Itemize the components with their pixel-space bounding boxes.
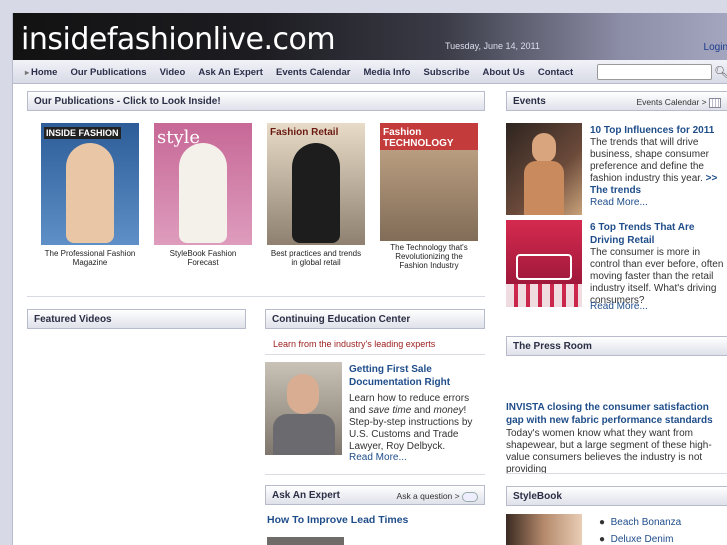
ask-expert-headline[interactable]: How To Improve Lead Times: [267, 514, 408, 527]
publication-fashion-technology[interactable]: Fashion TECHNOLOGY The Technology that's…: [380, 123, 478, 273]
main-nav: Home Our Publications Video Ask An Exper…: [13, 60, 727, 84]
nav-contact[interactable]: Contact: [538, 67, 573, 78]
education-body-text-2: and: [411, 405, 434, 416]
cover-stylebook: style StyleBook Fashion Forecast: [154, 123, 252, 273]
event-read-more-1[interactable]: Read More...: [590, 197, 648, 209]
expert-photo: [267, 537, 344, 545]
stylebook-photo[interactable]: [506, 514, 582, 545]
event-photo-big-show[interactable]: [506, 220, 582, 307]
event-photo-face: [532, 133, 556, 163]
nav-video[interactable]: Video: [160, 67, 186, 78]
stylebook-item-beach-bonanza[interactable]: ● Beach Bonanza: [599, 517, 681, 529]
search-input[interactable]: [597, 64, 712, 80]
education-tagline: Learn from the industry's leading expert…: [273, 339, 436, 349]
nav-subscribe[interactable]: Subscribe: [424, 67, 470, 78]
stylebook-item-label: Beach Bonanza: [610, 517, 682, 528]
cover-model-figure: [66, 143, 114, 243]
event-body-1-text: The trends that will drive business, sha…: [590, 137, 709, 184]
education-body-em-1: save time: [368, 405, 412, 416]
press-room-header: The Press Room: [506, 336, 727, 356]
cover-title: style: [157, 127, 201, 148]
ask-expert-title: Ask An Expert: [272, 490, 340, 501]
stylebook-item-deluxe-denim[interactable]: ● Deluxe Denim: [599, 534, 673, 545]
cover-fashion-retail: Fashion Retail Best practices and trends…: [267, 123, 365, 273]
cover-caption: Best practices and trends in global reta…: [267, 245, 365, 273]
cover-inside-fashion: INSIDE FASHION The Professional Fashion …: [41, 123, 139, 273]
education-header: Continuing Education Center: [265, 309, 485, 329]
education-body: Learn how to reduce errors and save time…: [349, 393, 487, 453]
nav-about-us[interactable]: About Us: [483, 67, 525, 78]
site-header: insidefashionlive.com Tuesday, June 14, …: [13, 13, 727, 60]
stylebook-title: StyleBook: [513, 491, 562, 502]
nav-our-publications[interactable]: Our Publications: [70, 67, 146, 78]
big-show-badge: [516, 254, 572, 280]
cover-title: INSIDE FASHION: [44, 127, 121, 139]
event-photo-influences[interactable]: [506, 123, 582, 215]
cover-caption: StyleBook Fashion Forecast: [154, 245, 252, 273]
current-date: Tuesday, June 14, 2011: [445, 41, 540, 51]
calendar-icon: [709, 97, 721, 108]
stylebook-item-label: Deluxe Denim: [610, 534, 674, 545]
ask-question-link[interactable]: Ask a question >: [397, 491, 478, 502]
events-calendar-label: Events Calendar >: [636, 97, 707, 107]
cover-title: Fashion Retail: [270, 127, 339, 138]
cover-caption: The Professional Fashion Magazine: [41, 245, 139, 273]
publication-fashion-retail[interactable]: Fashion Retail Best practices and trends…: [267, 123, 365, 273]
divider: [265, 354, 485, 355]
education-body-em-2: money: [433, 405, 464, 416]
events-title: Events: [513, 96, 546, 107]
page: insidefashionlive.com Tuesday, June 14, …: [12, 13, 727, 545]
author-face: [287, 374, 319, 414]
publication-stylebook[interactable]: style StyleBook Fashion Forecast: [154, 123, 252, 273]
author-body: [273, 414, 335, 455]
divider: [265, 474, 485, 475]
logo-main-text: insidefashion: [21, 22, 213, 57]
nav-ask-an-expert[interactable]: Ask An Expert: [198, 67, 263, 78]
event-photo-body: [524, 161, 564, 215]
nav-events-calendar[interactable]: Events Calendar: [276, 67, 350, 78]
speech-bubble-icon: [462, 491, 478, 502]
publication-inside-fashion[interactable]: INSIDE FASHION The Professional Fashion …: [41, 123, 139, 273]
event-body-2: The consumer is more in control than eve…: [590, 247, 724, 306]
cover-fashion-technology: Fashion TECHNOLOGY The Technology that's…: [380, 123, 478, 273]
event-headline-1[interactable]: 10 Top Influences for 2011: [590, 124, 714, 137]
events-calendar-link[interactable]: Events Calendar >: [636, 97, 721, 108]
event-headline-2[interactable]: 6 Top Trends That Are Driving Retail: [590, 221, 727, 247]
cover-model-figure: [292, 143, 340, 243]
login-link[interactable]: Login: [704, 42, 727, 53]
bullet-icon: ●: [599, 534, 606, 545]
divider: [27, 296, 485, 297]
press-room-title: The Press Room: [513, 341, 592, 352]
divider: [506, 473, 727, 474]
education-title: Continuing Education Center: [272, 314, 411, 325]
stylebook-header: StyleBook: [506, 486, 727, 506]
publications-title: Our Publications - Click to Look Inside!: [34, 96, 221, 107]
cover-caption: The Technology that's Revolutionizing th…: [380, 241, 478, 273]
event-body-1: The trends that will drive business, sha…: [590, 137, 727, 197]
ask-question-label: Ask a question >: [396, 491, 460, 501]
press-body: Today's women know what they want from s…: [506, 428, 712, 475]
education-read-more[interactable]: Read More...: [349, 452, 407, 464]
search-icon[interactable]: 🔍︎: [714, 65, 727, 79]
ask-expert-header: Ask An Expert Ask a question >: [265, 485, 485, 505]
publications-header: Our Publications - Click to Look Inside!: [27, 91, 485, 111]
press-headline[interactable]: INVISTA closing the consumer satisfactio…: [506, 401, 727, 427]
site-logo[interactable]: insidefashionlive.com: [21, 22, 336, 57]
cover-title: Fashion TECHNOLOGY: [383, 127, 454, 149]
events-header: Events Events Calendar >: [506, 91, 727, 111]
education-headline[interactable]: Getting First Sale Documentation Right: [349, 363, 479, 389]
logo-live-text: live: [212, 22, 264, 57]
logo-tld-text: .com: [263, 22, 336, 57]
nav-media-info[interactable]: Media Info: [364, 67, 411, 78]
cover-model-figure: [179, 143, 227, 243]
event-read-more-2[interactable]: Read More...: [590, 301, 648, 313]
author-photo: [265, 362, 342, 455]
featured-videos-title: Featured Videos: [34, 314, 112, 325]
featured-videos-header: Featured Videos: [27, 309, 246, 329]
big-show-letters: [506, 284, 582, 307]
nav-home[interactable]: Home: [25, 67, 57, 78]
bullet-icon: ●: [599, 517, 606, 528]
